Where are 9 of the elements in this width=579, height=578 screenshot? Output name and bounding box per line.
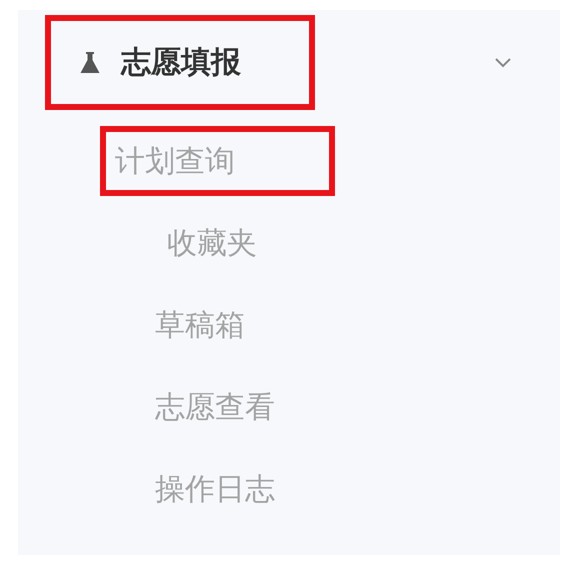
menu-title: 志愿填报	[121, 44, 241, 82]
menu-item[interactable]: 志愿查看	[140, 372, 295, 442]
menu-header[interactable]: 志愿填报	[45, 15, 315, 110]
menu-item[interactable]: 计划查询	[100, 126, 335, 196]
menu-item[interactable]: 操作日志	[140, 454, 295, 524]
flask-icon	[79, 50, 101, 74]
menu-item[interactable]: 草稿箱	[140, 290, 265, 360]
chevron-icon[interactable]	[494, 56, 512, 68]
menu-item[interactable]: 收藏夹	[152, 208, 277, 278]
